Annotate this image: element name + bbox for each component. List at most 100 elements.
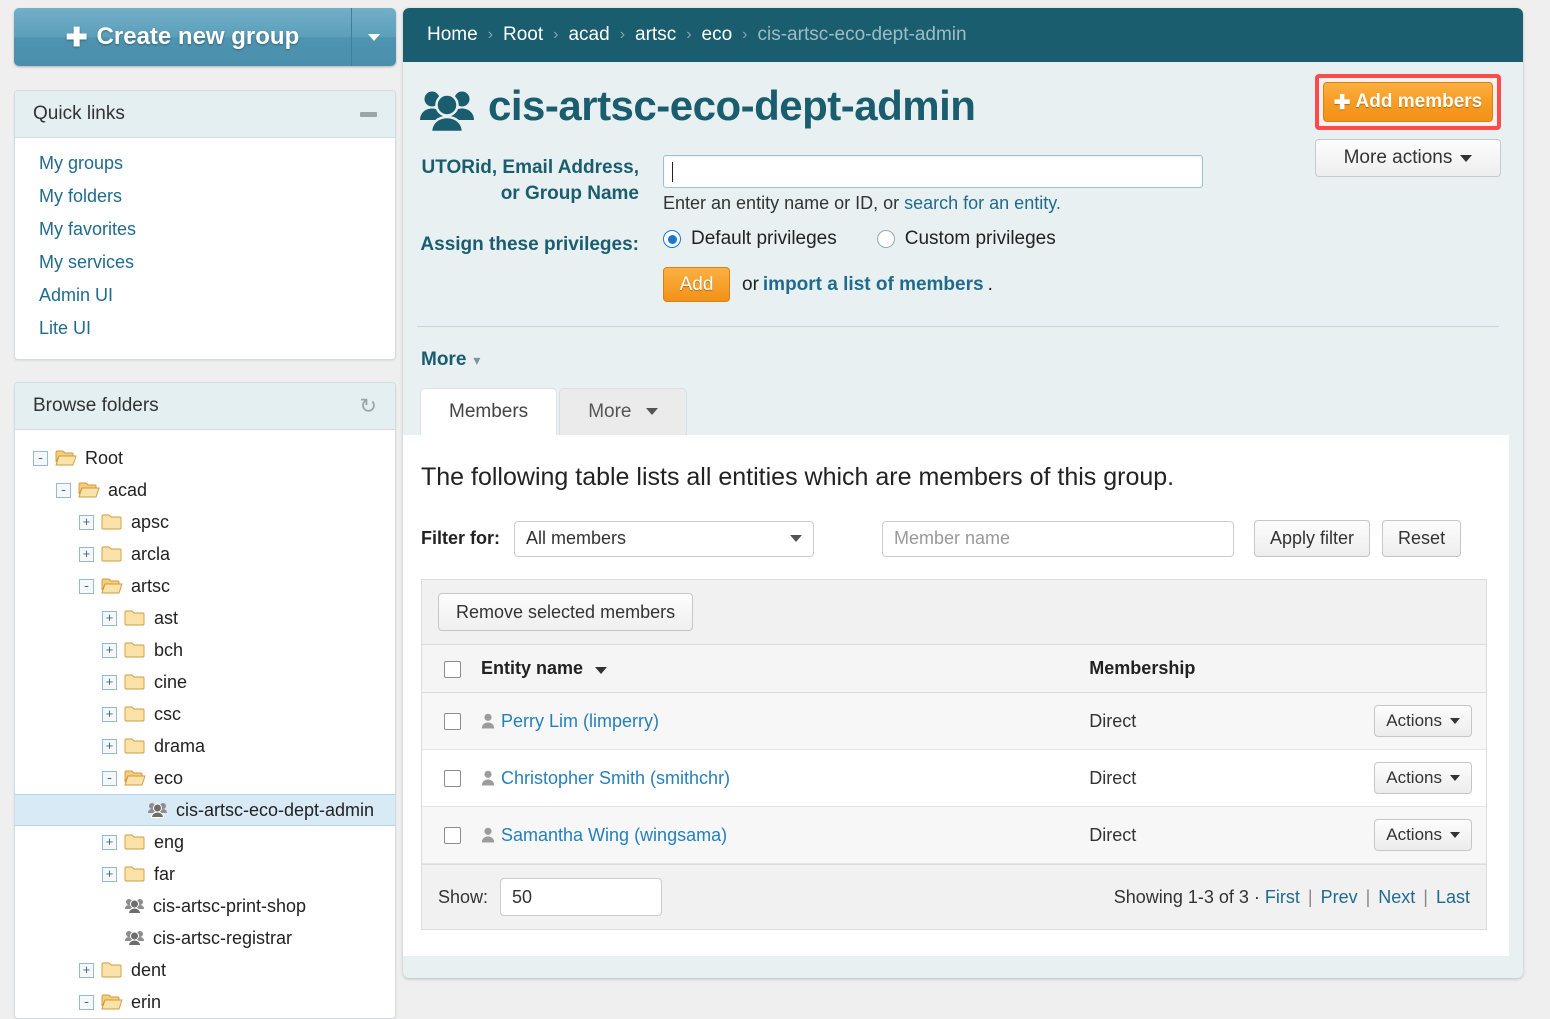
sidebar-item-lite-ui[interactable]: Lite UI bbox=[15, 312, 395, 345]
collapse-icon[interactable]: - bbox=[79, 578, 94, 594]
add-members-button[interactable]: ✚ Add members bbox=[1323, 82, 1493, 122]
sidebar-item-my-services[interactable]: My services bbox=[15, 246, 395, 279]
tree-folder-dent[interactable]: + dent bbox=[15, 954, 395, 986]
breadcrumb-item-artsc[interactable]: artsc bbox=[635, 24, 676, 46]
show-count-select[interactable]: 50 bbox=[500, 878, 663, 916]
sidebar-item-admin-ui[interactable]: Admin UI bbox=[15, 279, 395, 312]
entity-search-input[interactable] bbox=[663, 155, 1203, 188]
search-for-entity-link[interactable]: search for an entity. bbox=[904, 193, 1061, 213]
more-section-toggle[interactable]: More ▾ bbox=[421, 349, 480, 371]
filter-label: Filter for: bbox=[421, 528, 500, 548]
privileges-row: Assign these privileges: Default privile… bbox=[403, 224, 1523, 302]
breadcrumb-item-root[interactable]: Root bbox=[503, 24, 543, 46]
create-new-group-group: ✚ Create new group bbox=[14, 8, 396, 66]
pagination-first[interactable]: First bbox=[1265, 887, 1300, 907]
expand-icon[interactable]: + bbox=[102, 866, 117, 882]
folder-closed-icon bbox=[124, 705, 154, 723]
tree-folder-drama[interactable]: + drama bbox=[15, 730, 395, 762]
sidebar-item-my-folders[interactable]: My folders bbox=[15, 180, 395, 213]
expand-icon[interactable]: + bbox=[102, 706, 117, 722]
breadcrumb-item-acad[interactable]: acad bbox=[568, 24, 609, 46]
breadcrumb-item-eco[interactable]: eco bbox=[702, 24, 733, 46]
collapse-icon[interactable]: - bbox=[56, 482, 71, 498]
tree-group-cis-artsc-registrar[interactable]: cis-artsc-registrar bbox=[15, 922, 395, 954]
radio-default-privileges[interactable]: Default privileges bbox=[663, 228, 837, 250]
refresh-icon[interactable]: ↻ bbox=[359, 396, 377, 417]
tree-folder-cine[interactable]: + cine bbox=[15, 666, 395, 698]
tree-folder-csc[interactable]: + csc bbox=[15, 698, 395, 730]
folder-tree: - Root - acad + apsc + arcla - artsc + ast + bch + cine… bbox=[15, 430, 395, 1018]
breadcrumb-separator: › bbox=[686, 26, 692, 43]
expand-icon[interactable]: + bbox=[79, 962, 94, 978]
expand-icon[interactable]: + bbox=[102, 834, 117, 850]
remove-selected-members-button[interactable]: Remove selected members bbox=[438, 593, 694, 631]
collapse-icon[interactable]: - bbox=[79, 994, 94, 1010]
create-new-group-dropdown-toggle[interactable] bbox=[352, 8, 396, 66]
privileges-label: Assign these privileges: bbox=[420, 234, 639, 255]
expand-icon[interactable]: + bbox=[79, 514, 94, 530]
tree-folder-bch[interactable]: + bch bbox=[15, 634, 395, 666]
radio-default-privileges-input[interactable] bbox=[663, 230, 681, 248]
column-entity-name[interactable]: Entity name bbox=[471, 645, 1080, 693]
pagination-prev[interactable]: Prev bbox=[1321, 887, 1358, 907]
collapse-icon[interactable]: - bbox=[102, 770, 117, 786]
radio-custom-privileges-input[interactable] bbox=[876, 230, 895, 248]
breadcrumb-item-home[interactable]: Home bbox=[427, 24, 478, 46]
entity-name-link[interactable]: Christopher Smith (smithchr) bbox=[501, 768, 730, 788]
tree-folder-erin[interactable]: - erin bbox=[15, 986, 395, 1018]
select-all-checkbox[interactable] bbox=[444, 660, 461, 678]
tree-folder-eco[interactable]: - eco bbox=[15, 762, 395, 794]
tree-group-cis-artsc-print-shop[interactable]: cis-artsc-print-shop bbox=[15, 890, 395, 922]
row-checkbox[interactable] bbox=[444, 827, 461, 845]
pagination-last[interactable]: Last bbox=[1436, 887, 1470, 907]
create-new-group-button[interactable]: ✚ Create new group bbox=[14, 8, 352, 66]
row-actions-button[interactable]: Actions bbox=[1374, 762, 1472, 794]
pagination-next[interactable]: Next bbox=[1378, 887, 1415, 907]
expand-icon[interactable]: + bbox=[102, 674, 117, 690]
expand-icon[interactable]: + bbox=[102, 642, 117, 658]
quick-links-title: Quick links bbox=[33, 103, 125, 124]
tree-folder-apsc[interactable]: + apsc bbox=[15, 506, 395, 538]
more-section-label: More bbox=[421, 349, 467, 370]
quick-links-body: My groups My folders My favorites My ser… bbox=[15, 138, 395, 359]
expand-icon[interactable]: + bbox=[79, 546, 94, 562]
tab-members[interactable]: Members bbox=[420, 388, 558, 435]
apply-filter-button[interactable]: Apply filter bbox=[1254, 520, 1371, 557]
filter-type-select[interactable]: All members bbox=[514, 520, 814, 557]
expand-icon[interactable]: + bbox=[102, 610, 117, 626]
minus-icon[interactable] bbox=[360, 111, 377, 117]
chevron-down-icon bbox=[1450, 832, 1460, 838]
membership-cell: Direct bbox=[1079, 806, 1365, 864]
row-checkbox[interactable] bbox=[444, 713, 461, 731]
more-actions-button[interactable]: More actions bbox=[1315, 139, 1501, 177]
sidebar-item-my-favorites[interactable]: My favorites bbox=[15, 213, 395, 246]
tree-folder-Root[interactable]: - Root bbox=[15, 442, 395, 474]
tree-folder-artsc[interactable]: - artsc bbox=[15, 570, 395, 602]
members-description: The following table lists all entities w… bbox=[421, 463, 1175, 491]
tree-folder-acad[interactable]: - acad bbox=[15, 474, 395, 506]
row-actions-button[interactable]: Actions bbox=[1374, 705, 1472, 737]
tree-node-label: dent bbox=[131, 959, 167, 980]
tree-group-cis-artsc-eco-dept-admin[interactable]: cis-artsc-eco-dept-admin bbox=[15, 794, 395, 826]
row-actions-button[interactable]: Actions bbox=[1374, 819, 1472, 851]
members-table-body: Perry Lim (limperry) Direct Actions Christo… bbox=[422, 692, 1486, 864]
tree-node-label: far bbox=[154, 863, 176, 884]
tab-more[interactable]: More bbox=[559, 388, 687, 435]
add-button[interactable]: Add bbox=[663, 267, 730, 302]
row-checkbox[interactable] bbox=[444, 770, 461, 788]
tree-folder-arcla[interactable]: + arcla bbox=[15, 538, 395, 570]
tree-folder-ast[interactable]: + ast bbox=[15, 602, 395, 634]
radio-custom-privileges[interactable]: Custom privileges bbox=[876, 228, 1056, 250]
tree-folder-far[interactable]: + far bbox=[15, 858, 395, 890]
tree-folder-eng[interactable]: + eng bbox=[15, 826, 395, 858]
collapse-icon[interactable]: - bbox=[33, 450, 48, 466]
pagination-separator: | bbox=[1302, 886, 1318, 907]
member-name-input[interactable]: Member name bbox=[882, 520, 1234, 557]
entity-name-link[interactable]: Perry Lim (limperry) bbox=[501, 711, 659, 731]
import-members-link[interactable]: import a list of members bbox=[763, 274, 984, 295]
entity-name-link[interactable]: Samantha Wing (wingsama) bbox=[501, 825, 727, 845]
reset-filter-button[interactable]: Reset bbox=[1382, 520, 1462, 557]
sidebar-item-my-groups[interactable]: My groups bbox=[15, 147, 395, 180]
folder-closed-icon bbox=[124, 833, 154, 851]
expand-icon[interactable]: + bbox=[102, 738, 117, 754]
